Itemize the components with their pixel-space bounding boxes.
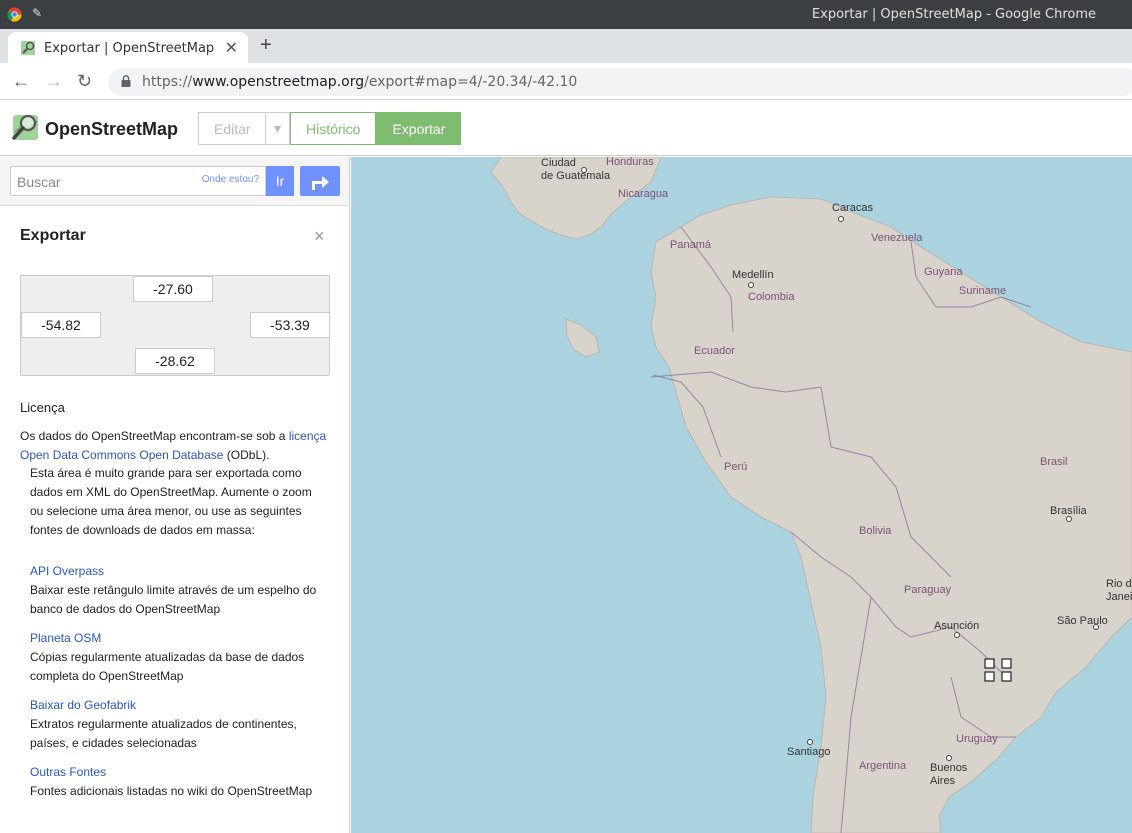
tab-exportar[interactable]: Exportar | OpenStreetMap ✕ [8,32,248,63]
map-canvas[interactable]: Ciudad de Guatemala Honduras Nicaragua Pa… [351,157,1132,833]
min-lon-input[interactable] [21,312,101,338]
source-description: Cópias regularmente atualizadas da base … [30,650,305,683]
max-lat-input[interactable] [133,276,213,302]
source-geofabrik: Baixar do Geofabrik Extratos regularment… [30,696,320,753]
tab-title: Exportar | OpenStreetMap [44,41,215,56]
source-description: Fontes adicionais listadas no wiki do Op… [30,784,313,798]
label-asuncion: Asunción [934,620,979,632]
forward-arrow-icon[interactable]: → [45,71,63,92]
map-svg[interactable]: Ciudad de Guatemala Honduras Nicaragua Pa… [351,157,1132,833]
source-overpass: API Overpass Baixar este retângulo limit… [30,562,320,619]
label-guyana: Guyana [924,266,963,278]
overpass-link[interactable]: API Overpass [30,564,104,578]
label-nicaragua: Nicaragua [618,188,669,200]
planet-link[interactable]: Planeta OSM [30,631,101,645]
directions-icon [312,176,329,190]
label-panama: Panamá [670,239,712,251]
caret-down-icon: ▾ [273,120,282,136]
source-other: Outras Fontes Fontes adicionais listadas… [30,763,320,801]
go-button[interactable]: Ir [266,166,294,196]
new-tab-button[interactable]: + [260,34,272,57]
directions-button[interactable] [300,166,340,196]
min-lat-input[interactable] [135,348,215,374]
back-arrow-icon[interactable]: ← [12,71,30,92]
label-medellin: Medellín [732,269,774,281]
export-button[interactable]: Exportar [376,112,462,145]
label-brasilia: Brasília [1050,505,1088,517]
window-titlebar: ✎ Exportar | OpenStreetMap - Google Chro… [0,0,1132,29]
geofabrik-link[interactable]: Baixar do Geofabrik [30,698,136,712]
too-large-warning: Esta área é muito grande para ser export… [30,466,312,537]
source-description: Extratos regularmente atualizados de con… [30,717,297,750]
search-placeholder: Buscar [17,174,61,190]
url-text: https://www.openstreetmap.org/export#map… [142,74,578,90]
lock-icon [121,75,131,87]
source-description: Baixar este retângulo limite através de … [30,583,317,616]
sidebar: Buscar Onde estou? Ir Exportar × Licença… [0,157,350,833]
search-input[interactable]: Buscar Onde estou? [10,166,266,196]
source-planet: Planeta OSM Cópias regularmente atualiza… [30,629,320,686]
where-am-i-link[interactable]: Onde estou? [202,174,259,185]
label-ecuador: Ecuador [694,345,735,357]
license-text: Os dados do OpenStreetMap encontram-se s… [20,429,327,462]
history-button[interactable]: Histórico [290,112,377,145]
pin-icon[interactable]: ✎ [32,6,42,20]
other-sources-link[interactable]: Outras Fontes [30,765,106,779]
label-paraguay: Paraguay [904,584,952,596]
tab-strip: Exportar | OpenStreetMap ✕ + [0,29,1132,63]
osm-header: OpenStreetMap Editar ▾ Histórico Exporta… [0,100,1132,156]
label-santiago: Santiago [787,746,830,758]
address-bar[interactable]: https://www.openstreetmap.org/export#map… [108,68,1132,96]
label-suriname: Suriname [959,285,1006,297]
address-row: ← → ↻ https://www.openstreetmap.org/expo… [0,63,1132,100]
bounding-box-form [20,275,330,376]
label-caracas: Caracas [832,202,873,214]
panel-title: Exportar [20,227,86,244]
close-icon[interactable]: × [314,226,325,247]
search-bar: Buscar Onde estou? Ir [0,157,349,206]
edit-button[interactable]: Editar [198,112,265,145]
label-brasil: Brasil [1040,456,1068,468]
label-uruguay: Uruguay [956,733,998,745]
tab-close-icon[interactable]: ✕ [225,38,238,58]
window-title: Exportar | OpenStreetMap - Google Chrome [811,7,1096,22]
label-saopaulo: São Paulo [1057,615,1108,627]
chrome-logo-icon [7,7,22,22]
label-colombia: Colombia [748,291,795,303]
osm-logo-icon[interactable] [10,112,41,142]
osm-brand[interactable]: OpenStreetMap [45,119,178,140]
osm-favicon-icon [21,41,35,55]
label-rio: Rio dJaneir [1106,578,1132,603]
license-heading: Licença [20,400,65,415]
edit-dropdown-button[interactable]: ▾ [265,112,290,145]
label-venezuela: Venezuela [871,232,923,244]
label-peru: Perú [724,461,747,473]
label-argentina: Argentina [859,760,907,772]
max-lon-input[interactable] [250,312,330,338]
label-bolivia: Bolivia [859,525,892,537]
header-button-group: Editar ▾ Histórico Exportar [198,112,462,145]
label-honduras: Honduras [606,157,654,168]
reload-icon[interactable]: ↻ [77,71,92,92]
